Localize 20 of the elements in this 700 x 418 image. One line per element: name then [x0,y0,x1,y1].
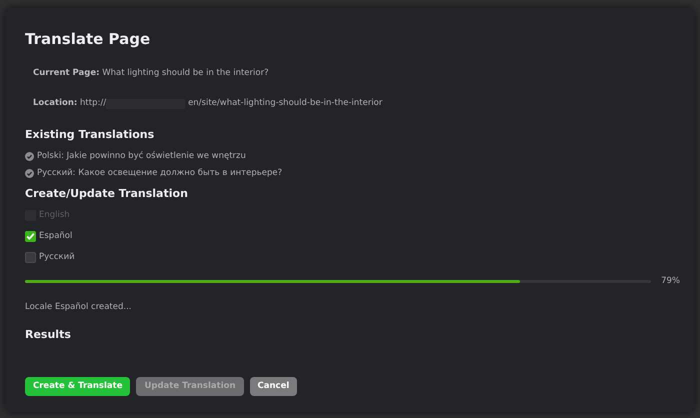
current-page-text: Current Page: What lighting should be in the interior? [32,68,270,79]
section-heading: Results [25,328,72,340]
location-url-text: en/site/what-lighting-should-be-in-the-interior [188,98,382,109]
progress-percent: 79% [661,275,680,288]
section-heading: Create/Update Translation [25,187,189,200]
location-text: Location: http:// [33,98,106,109]
section-heading: Existing Translations [25,128,156,141]
checkbox-label: Русский [39,252,75,263]
action-button[interactable]: Cancel [250,377,298,396]
translation-text: Русский: Какое освещение должно быть в интерьере? [37,168,282,179]
checkbox-label: Español [39,231,72,242]
checkbox[interactable] [25,252,36,263]
status-text: Locale Español created... [25,300,132,314]
check-circle-icon [25,152,34,161]
check-circle-icon [25,169,34,178]
checkbox-label: English [39,210,70,221]
translation-text: Polski: Jakie powinno być oświetlenie we wnętrzu [37,151,246,162]
dialog-title: Translate Page [25,30,152,48]
checkbox[interactable] [25,231,36,242]
action-button[interactable]: Create & Translate [25,377,130,396]
